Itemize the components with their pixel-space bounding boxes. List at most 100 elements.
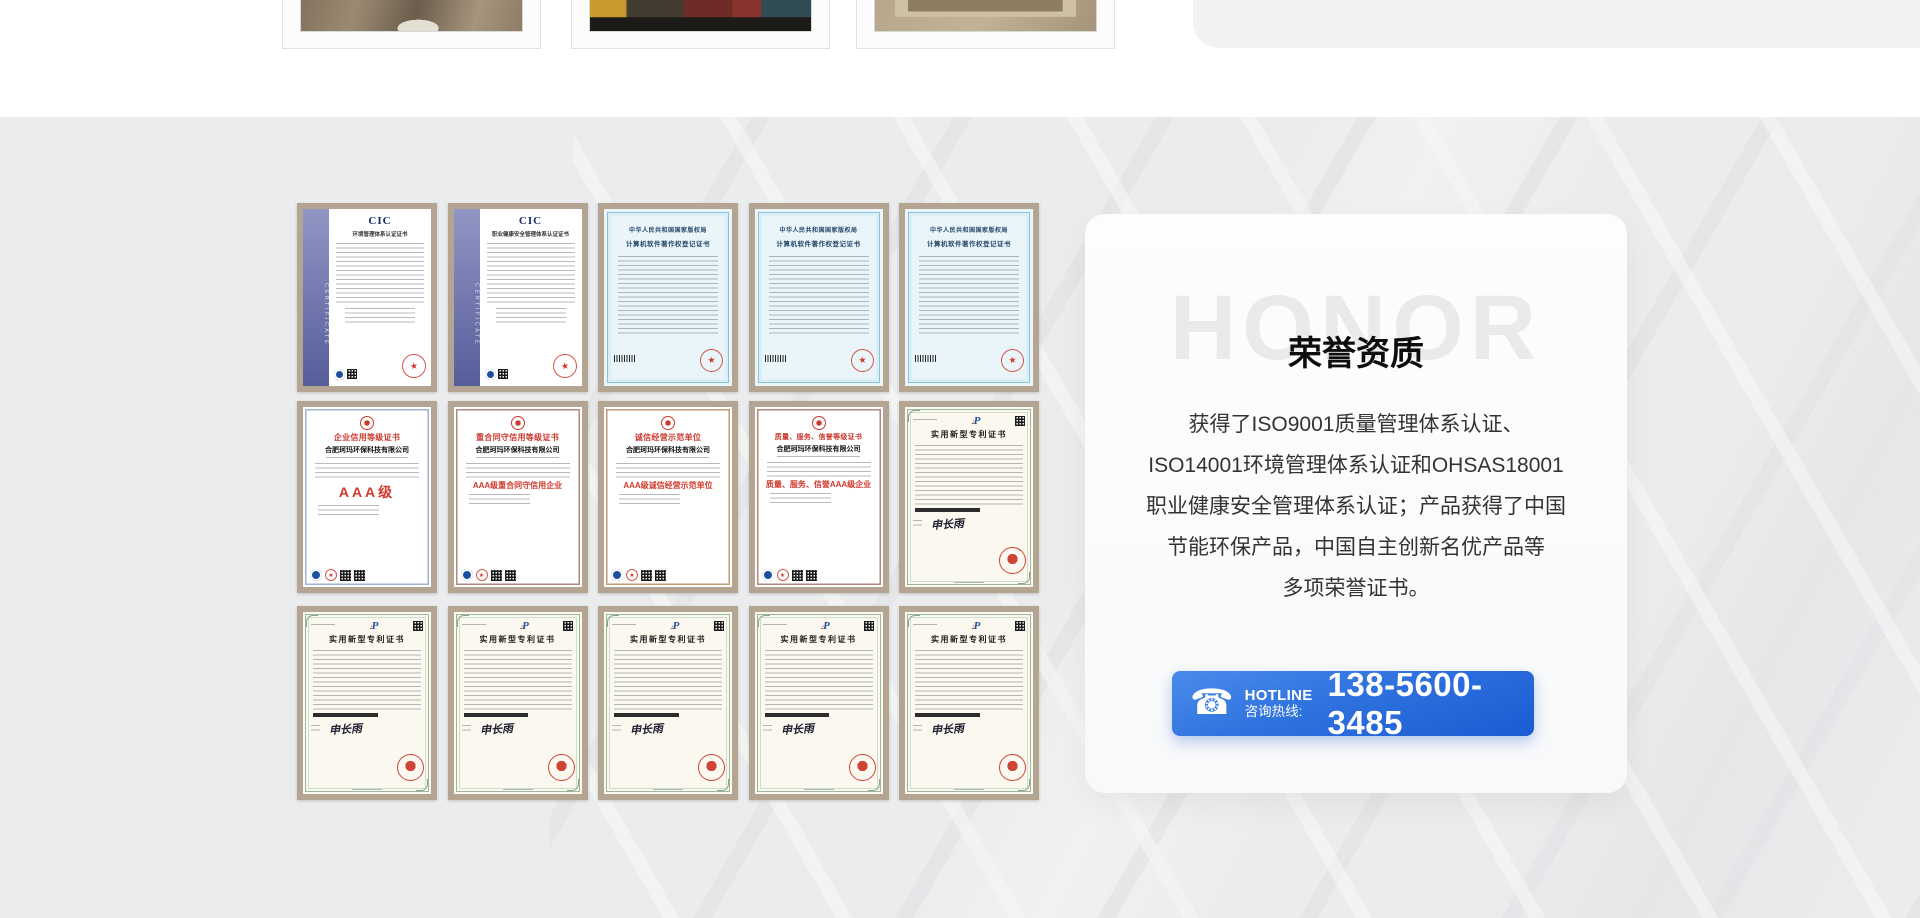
cic-logo: CIC xyxy=(484,215,578,227)
certificate-title: 诚信经营示范单位 xyxy=(609,432,727,443)
certificate-title: 实用新型专利证书 xyxy=(311,634,423,645)
certificate-org: 中华人民共和国国家版权局 xyxy=(913,225,1025,234)
project-card[interactable] xyxy=(856,0,1115,49)
certificate-text-lines xyxy=(770,493,831,504)
certificate-text-lines xyxy=(469,494,530,505)
company-name: 合肥珂玛环保科技有限公司 xyxy=(760,444,878,454)
top-right-panel xyxy=(1193,0,1920,48)
certificate-text-lines xyxy=(487,243,575,305)
honor-card: HONOR 荣誉资质 获得了ISO9001质量管理体系认证、 ISO14001环… xyxy=(1085,214,1627,793)
certificate-text-lines xyxy=(919,256,1019,334)
signature: 申长雨 xyxy=(780,719,814,737)
red-seal-icon xyxy=(999,547,1026,574)
qr-code-icon xyxy=(1015,621,1025,631)
certificate-text-lines xyxy=(318,505,379,516)
page: CERTIFICATE CIC 环境管理体系认证证书 ★ xyxy=(0,0,1920,918)
certificate-title: 环境管理体系认证证书 xyxy=(333,230,427,238)
barcode-icon xyxy=(915,508,980,512)
certificate-text-lines xyxy=(616,463,720,478)
red-seal-icon: ★ xyxy=(1000,348,1026,374)
qr-code-icon xyxy=(413,621,423,631)
project-card[interactable] xyxy=(282,0,541,49)
certificate-software-copyright[interactable]: 中华人民共和国国家版权局 计算机软件著作权登记证书 ★ xyxy=(598,203,738,392)
signature: 申长雨 xyxy=(479,719,513,737)
certificate-text-lines xyxy=(496,308,566,324)
certificate-cic-safety[interactable]: CERTIFICATE CIC 职业健康安全管理体系认证证书 ★ xyxy=(448,203,588,392)
hotline-button[interactable]: ☎ HOTLINE 咨询热线: 138-5600-3485 xyxy=(1172,671,1534,736)
honor-description-line: 获得了ISO9001质量管理体系认证、 xyxy=(1113,404,1599,445)
red-seal-icon: ★ xyxy=(849,348,875,374)
certificate-text-lines xyxy=(618,256,718,334)
certificate-text-lines xyxy=(915,650,1023,710)
certificate-org: 中华人民共和国国家版权局 xyxy=(612,225,724,234)
qr-code-icon xyxy=(641,570,652,581)
credit-emblem-icon xyxy=(812,416,826,430)
signature: 申长雨 xyxy=(328,719,362,737)
qr-code-icon xyxy=(347,369,357,379)
certificate-side-band: CERTIFICATE xyxy=(303,209,329,386)
certificate-org: 中华人民共和国国家版权局 xyxy=(763,225,875,234)
certificate-utility-patent[interactable]: .:P 实用新型专利证书 申长雨 xyxy=(598,606,738,800)
company-name: 合肥珂玛环保科技有限公司 xyxy=(609,445,727,455)
certificate-text-lines xyxy=(466,463,570,478)
credit-emblem-icon xyxy=(511,416,525,430)
certificate-side-band: CERTIFICATE xyxy=(454,209,480,386)
qr-code-icon xyxy=(340,570,351,581)
certificate-text-lines xyxy=(345,308,415,324)
qr-code-icon xyxy=(714,621,724,631)
accreditation-logo-icon xyxy=(762,569,774,581)
certificate-title: 实用新型专利证书 xyxy=(763,634,875,645)
cnipa-logo-icon: .:P xyxy=(972,416,981,427)
certificate-text-lines xyxy=(765,650,873,710)
honor-description-line: 多项荣誉证书。 xyxy=(1113,568,1599,609)
barcode-icon xyxy=(614,355,636,362)
certificate-credit-rating[interactable]: 企业信用等级证书 合肥珂玛环保科技有限公司 AAA级 ★ xyxy=(297,401,437,593)
certificate-software-copyright[interactable]: 中华人民共和国国家版权局 计算机软件著作权登记证书 ★ xyxy=(749,203,889,392)
certificate-cic-environment[interactable]: CERTIFICATE CIC 环境管理体系认证证书 ★ xyxy=(297,203,437,392)
accreditation-logo-icon xyxy=(310,569,322,581)
barcode-icon xyxy=(313,713,378,717)
certificate-grid: CERTIFICATE CIC 环境管理体系认证证书 ★ xyxy=(297,203,1039,800)
cnipa-logo-icon: .:P xyxy=(671,621,680,632)
certificate-utility-patent[interactable]: .:P 实用新型专利证书 申长雨 xyxy=(899,401,1039,593)
certificate-software-copyright[interactable]: 中华人民共和国国家版权局 计算机软件著作权登记证书 ★ xyxy=(899,203,1039,392)
cnipa-logo-icon: .:P xyxy=(972,621,981,632)
certificate-title: 重合同守信用等级证书 xyxy=(459,432,577,443)
honor-description-line: ISO14001环境管理体系认证和OHSAS18001 xyxy=(1113,445,1599,486)
star-seal-icon: ★ xyxy=(626,569,638,581)
barcode-icon xyxy=(765,713,830,717)
accreditation-logo-icon xyxy=(611,569,623,581)
certificate-title: 计算机软件著作权登记证书 xyxy=(763,238,875,248)
hotline-number: 138-5600-3485 xyxy=(1328,666,1516,742)
cnipa-logo-icon: .:P xyxy=(821,621,830,632)
certificate-contract-trustworthy[interactable]: 重合同守信用等级证书 合肥珂玛环保科技有限公司 AAA级重合同守信用企业 ★ xyxy=(448,401,588,593)
credit-emblem-icon xyxy=(661,416,675,430)
red-seal-icon xyxy=(548,754,575,781)
certificate-utility-patent[interactable]: .:P 实用新型专利证书 申长雨 xyxy=(297,606,437,800)
company-name: 合肥珂玛环保科技有限公司 xyxy=(308,445,426,455)
project-photo-excavation xyxy=(300,0,523,32)
barcode-icon xyxy=(915,355,937,362)
certificate-quality-service-reputation[interactable]: 质量、服务、信誉等级证书 合肥珂玛环保科技有限公司 质量、服务、信誉AAA级企业… xyxy=(749,401,889,593)
certificate-title: 实用新型专利证书 xyxy=(913,634,1025,645)
cnipa-logo-icon: .:P xyxy=(370,621,379,632)
award-grade: 质量、服务、信誉AAA级企业 xyxy=(760,479,878,490)
hotline-label-zh: 咨询热线: xyxy=(1245,704,1313,720)
project-card[interactable] xyxy=(571,0,830,49)
cic-logo: CIC xyxy=(333,215,427,227)
certificate-text-lines xyxy=(767,462,871,477)
certificate-text-lines xyxy=(769,256,869,334)
honor-description: 获得了ISO9001质量管理体系认证、 ISO14001环境管理体系认证和OHS… xyxy=(1113,404,1599,609)
project-photo-equipment xyxy=(589,0,812,32)
certificate-title: 实用新型专利证书 xyxy=(462,634,574,645)
qr-code-icon xyxy=(655,570,666,581)
certificate-integrity-model[interactable]: 诚信经营示范单位 合肥珂玛环保科技有限公司 AAA级诚信经营示范单位 ★ xyxy=(598,401,738,593)
certificate-utility-patent[interactable]: .:P 实用新型专利证书 申长雨 xyxy=(749,606,889,800)
certificate-utility-patent[interactable]: .:P 实用新型专利证书 申长雨 xyxy=(899,606,1039,800)
accreditation-logo-icon xyxy=(461,569,473,581)
star-seal-icon: ★ xyxy=(325,569,337,581)
hotline-label-en: HOTLINE xyxy=(1245,687,1313,704)
red-seal-icon: ★ xyxy=(699,348,725,374)
certificate-utility-patent[interactable]: .:P 实用新型专利证书 申长雨 xyxy=(448,606,588,800)
project-photo-tank-pit xyxy=(874,0,1097,32)
